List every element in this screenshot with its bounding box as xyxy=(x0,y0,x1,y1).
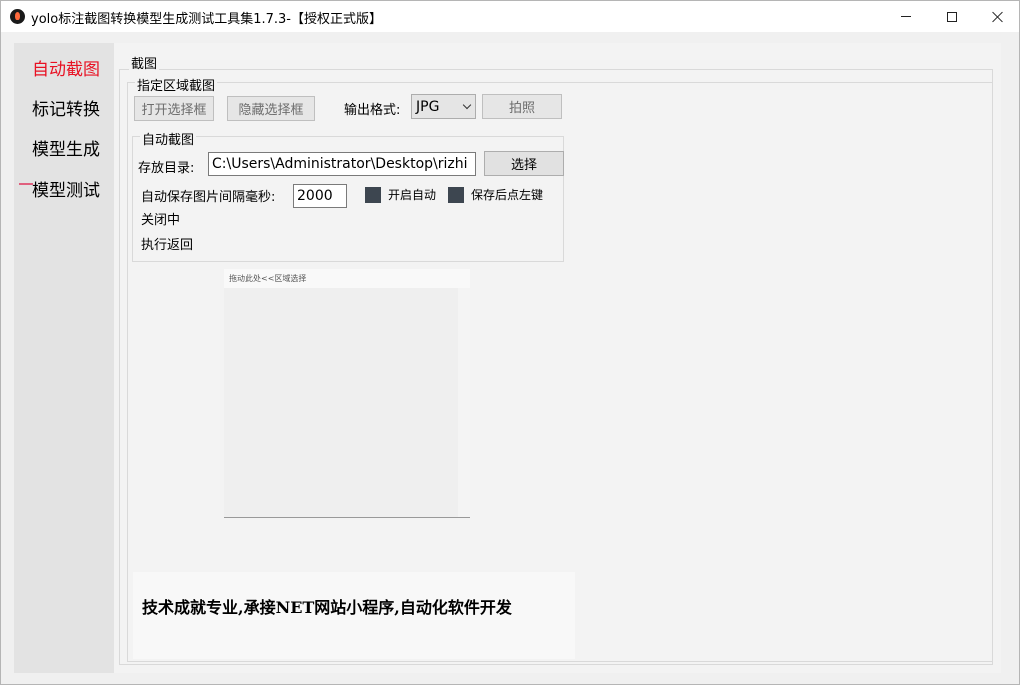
open-selector-button[interactable]: 打开选择框 xyxy=(134,96,214,121)
directory-input[interactable]: C:\Users\Administrator\Desktop\rizhi xyxy=(208,152,476,176)
maximize-icon xyxy=(947,11,957,22)
maximize-button[interactable] xyxy=(929,1,975,32)
app-window: yolo标注截图转换模型生成测试工具集1.7.3-【授权正式版】 自动截图 标记… xyxy=(0,0,1020,685)
preview-header-text: 拖动此处<<区域选择 xyxy=(229,274,307,283)
directory-label: 存放目录: xyxy=(138,161,195,176)
format-select[interactable]: JPG xyxy=(411,94,476,119)
minimize-button[interactable] xyxy=(883,1,929,32)
footer-text: 技术成就专业,承接NET网站小程序,自动化软件开发 xyxy=(142,598,512,617)
auto-enable-label[interactable]: 开启自动 xyxy=(388,186,436,203)
footer-banner: 技术成就专业,承接NET网站小程序,自动化软件开发 xyxy=(133,572,575,659)
sidebar-item-model-test[interactable]: 模型测试 xyxy=(32,176,100,201)
app-logo-icon xyxy=(10,9,25,24)
window-title: yolo标注截图转换模型生成测试工具集1.7.3-【授权正式版】 xyxy=(31,12,382,27)
execute-return-link[interactable]: 执行返回 xyxy=(141,234,193,253)
region-group-title: 指定区域截图 xyxy=(135,75,218,94)
sidebar-item-label-convert[interactable]: 标记转换 xyxy=(32,95,100,120)
hide-selector-button[interactable]: 隐藏选择框 xyxy=(227,96,315,121)
screenshot-preview[interactable]: 拖动此处<<区域选择 xyxy=(224,269,470,518)
auto-group-title: 自动截图 xyxy=(140,129,197,148)
auto-enable-checkbox[interactable] xyxy=(365,187,381,203)
left-click-checkbox[interactable] xyxy=(448,187,464,203)
nav-marker xyxy=(19,183,33,185)
left-click-label[interactable]: 保存后点左键 xyxy=(471,186,543,203)
close-icon xyxy=(992,11,1004,23)
title-bar[interactable]: yolo标注截图转换模型生成测试工具集1.7.3-【授权正式版】 xyxy=(1,1,1019,32)
select-directory-button[interactable]: 选择 xyxy=(484,151,564,176)
main-panel: 截图 指定区域截图 打开选择框 隐藏选择框 输出格式: JPG 拍照 自动截图 … xyxy=(114,43,1001,673)
auto-status-text: 关闭中 xyxy=(141,213,181,228)
screenshot-group-title: 截图 xyxy=(129,53,160,72)
sidebar: 自动截图 标记转换 模型生成 模型测试 xyxy=(14,43,114,673)
sidebar-item-auto-screenshot[interactable]: 自动截图 xyxy=(32,55,100,80)
chevron-down-icon xyxy=(462,100,472,110)
format-value: JPG xyxy=(416,98,440,115)
close-button[interactable] xyxy=(975,1,1020,32)
preview-drag-handle[interactable]: 拖动此处<<区域选择 xyxy=(224,269,470,288)
interval-input[interactable]: 2000 xyxy=(293,184,347,208)
format-label: 输出格式: xyxy=(344,103,401,118)
preview-scroll-area xyxy=(458,288,470,517)
interval-label: 自动保存图片间隔毫秒: xyxy=(141,190,276,205)
photo-button[interactable]: 拍照 xyxy=(482,94,562,119)
sidebar-item-model-generate[interactable]: 模型生成 xyxy=(32,135,100,160)
minimize-icon xyxy=(901,16,911,17)
